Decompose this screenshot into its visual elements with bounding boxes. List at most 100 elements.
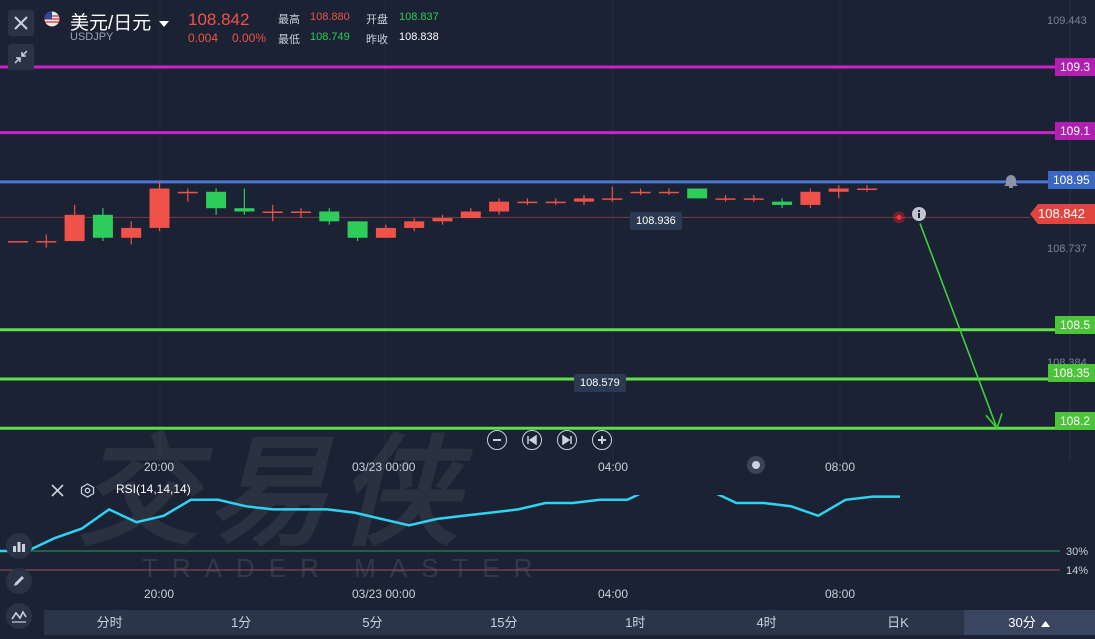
candle-body bbox=[460, 211, 481, 219]
candle-body bbox=[800, 191, 821, 205]
candle-body bbox=[715, 198, 736, 200]
candle-body bbox=[574, 198, 594, 202]
info-icon[interactable] bbox=[911, 206, 927, 222]
zoom-out-button[interactable] bbox=[487, 430, 507, 450]
tf-1m[interactable]: 1分 bbox=[175, 610, 306, 635]
open-value: 108.837 bbox=[399, 11, 439, 23]
collapse-icon bbox=[14, 50, 28, 64]
candle-body bbox=[857, 188, 877, 191]
candle-body bbox=[347, 221, 368, 238]
last-price: 108.842 bbox=[188, 10, 250, 29]
forward-icon bbox=[562, 435, 572, 445]
candle-body bbox=[630, 191, 651, 194]
candle-body bbox=[743, 198, 764, 200]
forward-button[interactable] bbox=[557, 430, 577, 450]
timeframe-bar: 分时 1分 5分 15分 1时 4时 日K 30分 bbox=[44, 610, 1095, 635]
time-label-1: 20:00 bbox=[144, 460, 175, 474]
level-tag-108-2: 108.2 bbox=[1055, 412, 1095, 430]
bottom-time-label-1: 20:00 bbox=[144, 587, 175, 601]
price-chart[interactable] bbox=[0, 0, 1095, 460]
close-button[interactable] bbox=[8, 10, 34, 36]
bell-icon[interactable] bbox=[1002, 173, 1020, 189]
open-label: 开盘 bbox=[366, 14, 388, 26]
low-label: 最低 bbox=[278, 34, 300, 46]
candle-body bbox=[262, 211, 283, 213]
price-change: 0.004 bbox=[188, 31, 219, 45]
candle-body bbox=[8, 241, 28, 243]
wave-icon bbox=[11, 610, 27, 623]
level-tag-108-95: 108.95 bbox=[1048, 171, 1095, 189]
indicator-button[interactable] bbox=[6, 533, 32, 559]
candle-body bbox=[234, 208, 255, 212]
candle-body bbox=[658, 191, 679, 194]
level-tag-108-35: 108.35 bbox=[1048, 364, 1095, 382]
candle-body bbox=[319, 211, 340, 222]
candle-body bbox=[687, 188, 708, 199]
candle-body bbox=[432, 218, 453, 222]
candle-body bbox=[36, 241, 57, 243]
candle-body bbox=[121, 227, 142, 238]
rsi-chart[interactable] bbox=[0, 495, 1070, 585]
candle-body bbox=[602, 198, 623, 200]
zoom-in-button[interactable] bbox=[592, 430, 612, 450]
bottom-time-label-3: 04:00 bbox=[598, 587, 629, 601]
zoom-out-icon bbox=[493, 439, 501, 441]
time-label-3: 04:00 bbox=[598, 460, 629, 474]
candle-body bbox=[291, 211, 311, 213]
axis-label-top: 109.443 bbox=[1047, 15, 1087, 27]
candle-body bbox=[375, 227, 396, 238]
candle-body bbox=[828, 188, 849, 192]
close-icon bbox=[14, 16, 28, 30]
prev-close-label: 昨收 bbox=[366, 34, 388, 46]
zoom-in-icon bbox=[598, 436, 606, 444]
candle-body bbox=[177, 191, 198, 194]
tf-30m-label: 30分 bbox=[1008, 615, 1036, 630]
candle-body bbox=[206, 191, 227, 209]
candle-body bbox=[92, 214, 113, 238]
candle-body bbox=[545, 201, 566, 204]
symbol-code: USDJPY bbox=[70, 31, 114, 43]
tf-30m[interactable]: 30分 bbox=[963, 610, 1095, 635]
collapse-button[interactable] bbox=[8, 44, 34, 70]
candle-body bbox=[404, 221, 425, 228]
candle-body bbox=[64, 214, 85, 242]
rsi-label: RSI(14,14,14) bbox=[116, 482, 191, 496]
prev-close-value: 108.838 bbox=[399, 31, 439, 43]
projection-arrow bbox=[919, 223, 998, 429]
high-callout: 108.936 bbox=[630, 212, 682, 230]
draw-button[interactable] bbox=[6, 568, 32, 594]
low-callout: 108.579 bbox=[574, 374, 626, 392]
tf-fenshi[interactable]: 分时 bbox=[44, 610, 175, 635]
current-price-tag: 108.842 bbox=[1030, 204, 1095, 224]
time-label-4: 08:00 bbox=[825, 460, 856, 474]
axis-label-mid: 108.737 bbox=[1047, 243, 1087, 255]
level-tag-109-1: 109.1 bbox=[1055, 122, 1095, 140]
rsi-level-30: 30% bbox=[1066, 546, 1089, 558]
candle-body bbox=[772, 201, 793, 205]
tf-daily[interactable]: 日K bbox=[832, 610, 963, 635]
wave-button[interactable] bbox=[6, 603, 32, 629]
bottom-time-label-2: 03/23 00:00 bbox=[352, 587, 416, 601]
rewind-button[interactable] bbox=[522, 430, 542, 450]
high-value: 108.880 bbox=[310, 11, 350, 23]
bottom-time-label-4: 08:00 bbox=[825, 587, 856, 601]
live-dot bbox=[896, 214, 902, 220]
tf-4h[interactable]: 4时 bbox=[701, 610, 832, 635]
tf-1h[interactable]: 1时 bbox=[570, 610, 701, 635]
us-flag-icon bbox=[44, 11, 60, 27]
candle-body bbox=[489, 201, 510, 212]
dropdown-caret-icon[interactable] bbox=[158, 20, 169, 28]
high-label: 最高 bbox=[278, 14, 300, 26]
tf-5m[interactable]: 5分 bbox=[307, 610, 438, 635]
candle-body bbox=[517, 201, 538, 204]
indicator-icon bbox=[13, 542, 25, 552]
level-tag-109-3: 109.3 bbox=[1055, 58, 1095, 76]
rsi-level-14: 14% bbox=[1066, 565, 1089, 577]
time-label-2: 03/23 00:00 bbox=[352, 460, 416, 474]
caret-up-icon bbox=[1041, 620, 1051, 627]
price-change-pct: 0.00% bbox=[232, 31, 267, 45]
tf-15m[interactable]: 15分 bbox=[438, 610, 569, 635]
scroll-dot[interactable] bbox=[747, 456, 765, 474]
rewind-icon bbox=[527, 435, 537, 445]
pencil-icon bbox=[14, 576, 24, 586]
